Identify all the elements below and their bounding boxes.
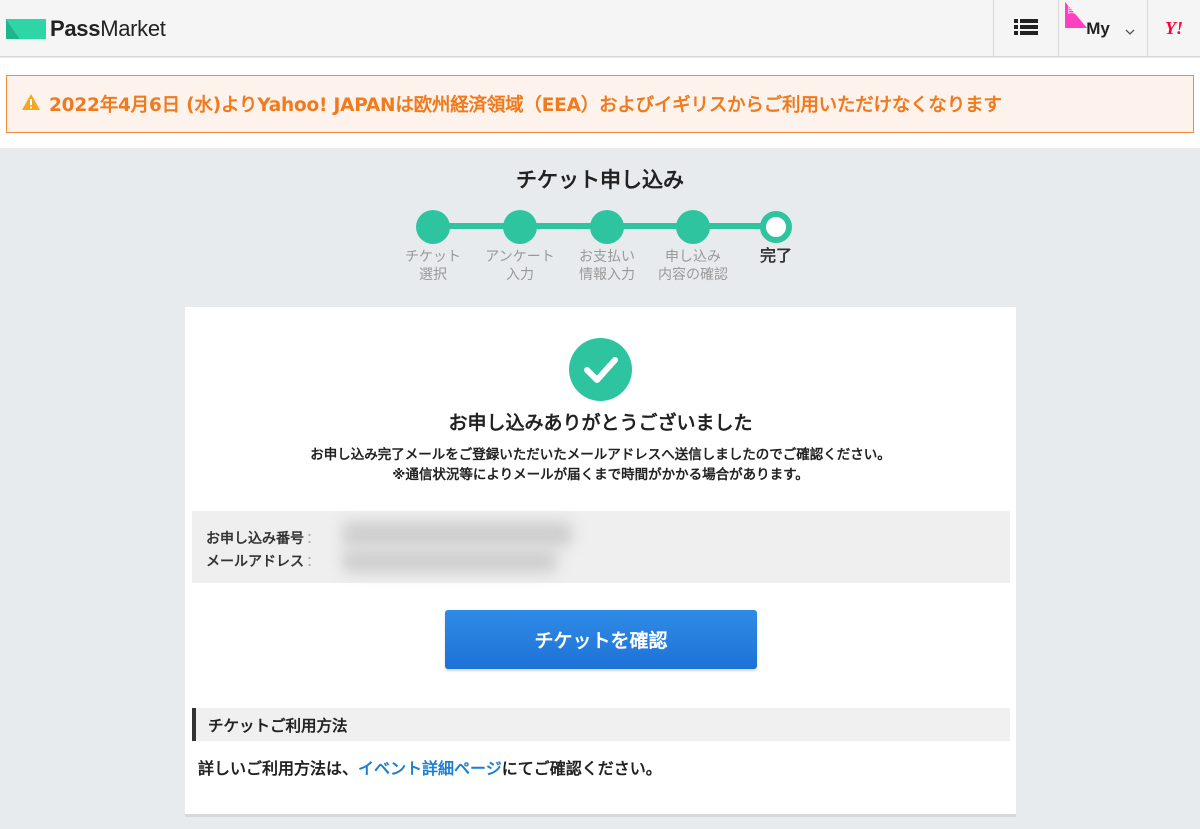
step-ticket-select: チケット 選択: [393, 210, 473, 284]
passmarket-logo[interactable]: PassMarket: [6, 16, 166, 42]
list-icon: [1014, 18, 1038, 40]
site-header: PassMarket 目 My Y!: [0, 0, 1200, 57]
svg-text:目: 目: [1067, 5, 1076, 16]
step-label: お支払い 情報入力: [579, 249, 635, 283]
confirm-ticket-button[interactable]: チケットを確認: [445, 610, 757, 669]
logo-text: PassMarket: [50, 16, 166, 41]
event-detail-link[interactable]: イベント詳細ページ: [358, 759, 502, 778]
my-flag-icon: 目: [1065, 2, 1089, 32]
email-label: メールアドレス: [206, 554, 304, 570]
step-dot: [503, 210, 537, 244]
order-number-redacted: [342, 521, 572, 547]
yahoo-link[interactable]: Y!: [1147, 0, 1200, 57]
check-icon: [569, 338, 632, 401]
passmarket-logo-icon: [6, 19, 46, 39]
my-label: My: [1086, 18, 1110, 38]
order-number-colon: ：: [306, 531, 320, 547]
step-payment: お支払い 情報入力: [567, 210, 647, 284]
eea-notice-banner[interactable]: 2022年4月6日 (水)よりYahoo! JAPANは欧州経済領域（EEA）お…: [6, 75, 1194, 133]
menu-button[interactable]: [993, 0, 1058, 57]
step-survey: アンケート 入力: [480, 210, 560, 284]
step-label-current: 完了: [759, 246, 792, 265]
message-line-2: ※通信状況等によりメールが届くまで時間がかかる場合があります。: [392, 467, 809, 483]
thanks-heading: お申し込みありがとうございました: [448, 412, 753, 434]
step-label: アンケート 入力: [485, 249, 555, 283]
my-menu-button[interactable]: 目 My: [1058, 0, 1147, 57]
step-dot-current: [760, 211, 792, 243]
progress-stepper: チケット 選択 アンケート 入力 お支払い 情報入力 申し込み 内容の確認 完了: [390, 205, 810, 295]
chevron-down-icon: [1125, 21, 1135, 40]
order-info-box: お申し込み番号： メールアドレス：: [192, 511, 1010, 583]
order-number-row: お申し込み番号：: [206, 528, 320, 548]
completion-message: お申し込み完了メールをご登録いただいたメールアドレスへ送信しましたのでご確認くだ…: [185, 445, 1016, 485]
page-title: チケット申し込み: [516, 168, 684, 192]
step-complete: 完了: [736, 210, 816, 265]
notice-area: 2022年4月6日 (水)よりYahoo! JAPANは欧州経済領域（EEA）お…: [0, 58, 1200, 148]
yahoo-logo: Y!: [1165, 18, 1183, 38]
usage-text: 詳しいご利用方法は、イベント詳細ページにてご確認ください。: [198, 755, 662, 779]
email-colon: ：: [306, 554, 320, 570]
completion-card: お申し込みありがとうございました お申し込み完了メールをご登録いただいたメールア…: [185, 307, 1016, 817]
order-number-label: お申し込み番号: [206, 531, 304, 547]
ticket-usage-heading: チケットご利用方法: [192, 708, 1010, 741]
step-label: チケット 選択: [405, 249, 461, 283]
usage-text-after: にてご確認ください。: [501, 759, 662, 778]
message-line-1: お申し込み完了メールをご登録いただいたメールアドレスへ送信しましたのでご確認くだ…: [310, 447, 891, 463]
step-confirm: 申し込み 内容の確認: [653, 210, 733, 284]
step-dot: [676, 210, 710, 244]
step-label: 申し込み 内容の確認: [658, 249, 728, 283]
warning-icon: [21, 93, 41, 115]
usage-text-before: 詳しいご利用方法は、: [198, 759, 359, 778]
email-redacted: [342, 549, 557, 573]
email-row: メールアドレス：: [206, 551, 320, 571]
notice-text: 2022年4月6日 (水)よりYahoo! JAPANは欧州経済領域（EEA）お…: [49, 95, 1002, 116]
step-dot: [416, 210, 450, 244]
step-dot: [590, 210, 624, 244]
